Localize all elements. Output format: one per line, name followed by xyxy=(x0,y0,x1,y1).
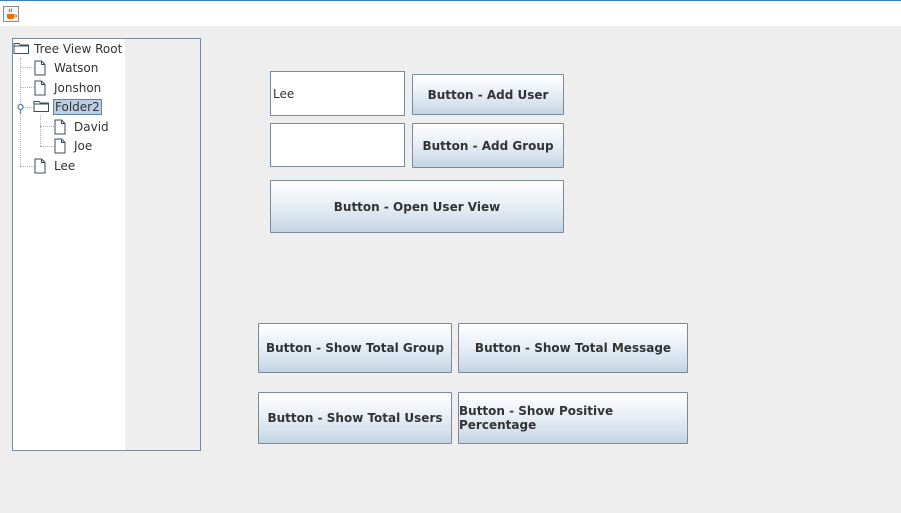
tree-item-label: Lee xyxy=(54,159,76,173)
expanded-handle-icon[interactable] xyxy=(16,103,25,115)
show-total-group-button[interactable]: Button - Show Total Group xyxy=(258,323,452,373)
tree-connector-line xyxy=(20,67,34,68)
file-icon xyxy=(54,138,66,154)
tree-connector-line xyxy=(40,126,54,127)
tree-item-label: David xyxy=(74,120,109,134)
tree-item-label: Watson xyxy=(54,61,99,75)
show-total-message-button[interactable]: Button - Show Total Message xyxy=(458,323,688,373)
tree-item-label: Jonshon xyxy=(54,81,102,95)
tree-connector-line xyxy=(40,115,41,146)
tree-root-label: Tree View Root xyxy=(34,42,123,56)
open-user-view-button[interactable]: Button - Open User View xyxy=(270,180,564,233)
file-icon xyxy=(34,80,46,96)
tree-item-label: Joe xyxy=(74,139,93,153)
tree-connector-line xyxy=(20,166,34,167)
tree-connector-line xyxy=(20,87,34,88)
tree-view[interactable]: Tree View Root Watson Jonshon Folder2 Da… xyxy=(13,39,125,450)
tree-view-panel[interactable]: Tree View Root Watson Jonshon Folder2 Da… xyxy=(12,38,201,451)
add-group-button[interactable]: Button - Add Group xyxy=(412,123,564,168)
file-icon xyxy=(34,158,46,174)
file-icon xyxy=(54,119,66,135)
title-bar xyxy=(0,0,901,26)
group-id-input[interactable] xyxy=(270,123,405,167)
show-total-users-button[interactable]: Button - Show Total Users xyxy=(258,392,452,444)
add-user-button[interactable]: Button - Add User xyxy=(412,74,564,115)
file-icon xyxy=(34,60,46,76)
folder-icon xyxy=(33,101,49,112)
tree-item-label: Folder2 xyxy=(53,99,102,115)
user-id-input[interactable] xyxy=(270,71,405,116)
show-positive-percentage-button[interactable]: Button - Show Positive Percentage xyxy=(458,392,688,444)
tree-connector-line xyxy=(40,146,54,147)
folder-icon xyxy=(13,43,29,54)
java-cup-icon[interactable] xyxy=(3,6,19,22)
